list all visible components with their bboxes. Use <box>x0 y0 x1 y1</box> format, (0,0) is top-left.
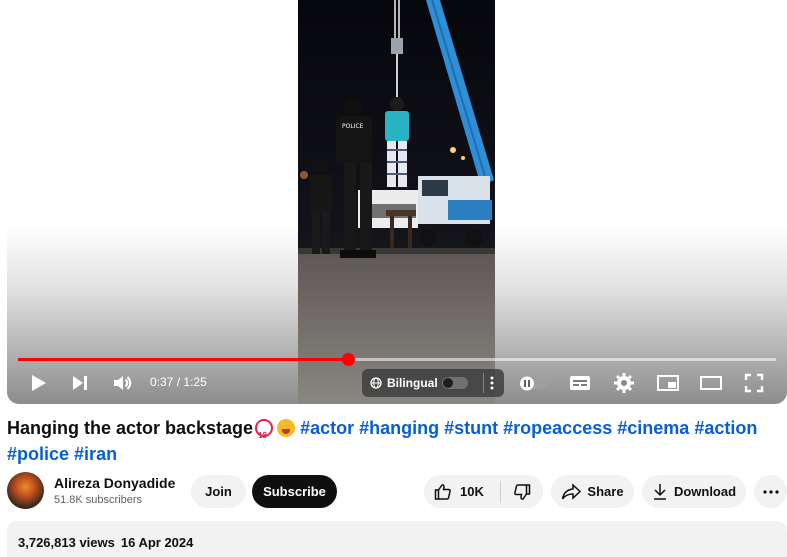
time-display: 0:37 / 1:25 <box>150 375 207 389</box>
hashtag-link[interactable]: #iran <box>74 444 117 464</box>
view-stats: 3,726,813 views 16 Apr 2024 <box>18 535 193 550</box>
video-title: Hanging the actor backstage #actor #hang… <box>7 415 777 467</box>
hashtag-link[interactable]: #hanging <box>359 418 439 438</box>
video-player[interactable]: POLICE 0:37 / 1:25 Bilingual <box>7 0 787 404</box>
subscriber-count: 51.8K subscribers <box>54 494 143 506</box>
channel-name[interactable]: Alireza Donyadide <box>54 475 175 491</box>
video-title-text: Hanging the actor backstage <box>7 418 254 438</box>
video-frame[interactable]: POLICE <box>298 0 495 404</box>
bilingual-toggle[interactable]: Bilingual <box>362 369 504 397</box>
progress-bar[interactable] <box>18 353 776 366</box>
more-actions-button[interactable] <box>754 475 787 508</box>
download-label: Download <box>673 484 737 499</box>
description-box[interactable]: 3,726,813 views 16 Apr 2024 <box>7 521 787 557</box>
bilingual-label: Bilingual <box>387 376 438 390</box>
duration: 1:25 <box>183 375 207 389</box>
more-vertical-icon[interactable] <box>490 376 494 390</box>
bilingual-separator <box>483 373 484 393</box>
player-controls: 0:37 / 1:25 Bilingual <box>7 366 787 400</box>
share-arrow-icon <box>561 482 582 501</box>
astonished-face-emoji-icon <box>277 419 296 437</box>
settings-gear-icon[interactable] <box>613 372 635 394</box>
download-button[interactable]: Download <box>642 475 746 508</box>
view-count: 3,726,813 views <box>18 535 115 550</box>
miniplayer-icon[interactable] <box>656 372 680 394</box>
hashtag-link[interactable]: #action <box>694 418 757 438</box>
bilingual-switch[interactable] <box>442 377 468 389</box>
upload-date: 16 Apr 2024 <box>120 535 194 550</box>
fullscreen-icon[interactable] <box>743 372 765 394</box>
time-separator: / <box>176 375 181 389</box>
hashtag-link[interactable]: #actor <box>300 418 354 438</box>
thumbs-down-icon <box>513 483 531 501</box>
like-count: 10K <box>460 484 484 499</box>
volume-icon[interactable] <box>111 372 133 394</box>
hashtag-link[interactable]: #stunt <box>444 418 498 438</box>
like-button[interactable]: 10K <box>424 475 500 508</box>
share-label: Share <box>587 484 624 499</box>
progress-scrubber[interactable] <box>341 353 355 366</box>
globe-icon <box>370 377 382 389</box>
video-scene: POLICE <box>298 0 495 404</box>
dislike-button[interactable] <box>501 475 543 508</box>
like-dislike-group: 10K <box>424 475 543 508</box>
hashtag-link[interactable]: #cinema <box>617 418 689 438</box>
subtitles-icon[interactable] <box>568 372 592 394</box>
more-horizontal-icon <box>762 489 779 494</box>
download-icon <box>652 483 668 501</box>
hashtag-link[interactable]: #police <box>7 444 69 464</box>
theater-mode-icon[interactable] <box>699 372 723 394</box>
police-badge-text: POLICE <box>342 123 364 130</box>
no-under-18-emoji-icon <box>255 419 274 449</box>
subscribe-button[interactable]: Subscribe <box>252 475 337 508</box>
channel-avatar[interactable] <box>7 472 44 509</box>
join-button[interactable]: Join <box>191 475 246 508</box>
progress-played <box>18 358 348 361</box>
autoplay-toggle-icon[interactable] <box>518 372 550 394</box>
thumbs-up-icon <box>434 483 452 501</box>
hashtag-link[interactable]: #ropeaccess <box>503 418 612 438</box>
current-time: 0:37 <box>150 375 174 389</box>
share-button[interactable]: Share <box>551 475 634 508</box>
play-icon[interactable] <box>27 372 49 394</box>
next-icon[interactable] <box>69 372 91 394</box>
